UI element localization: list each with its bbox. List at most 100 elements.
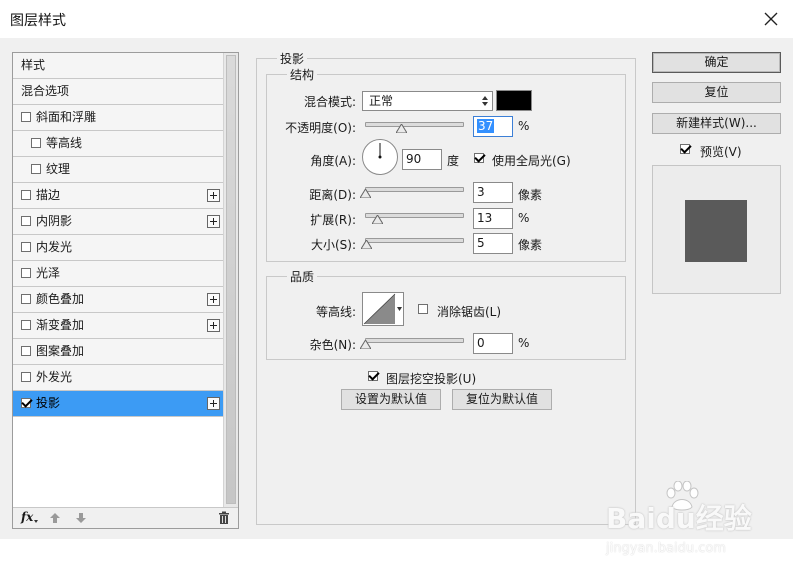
style-item-label: 混合选项: [21, 84, 70, 98]
angle-input[interactable]: 90: [402, 149, 442, 170]
watermark-url: jingyan.baidu.com: [606, 541, 726, 556]
scrollbar-thumb[interactable]: [226, 55, 236, 504]
opacity-slider-thumb[interactable]: [396, 124, 408, 133]
style-item-label: 内发光: [36, 240, 73, 254]
fx-button[interactable]: fx: [21, 510, 39, 524]
contour-curve-icon: [363, 293, 402, 325]
style-item-8[interactable]: 光泽: [13, 261, 224, 287]
knockout-label[interactable]: 图层挖空投影(U): [386, 370, 476, 387]
ok-button[interactable]: 确定: [652, 52, 781, 73]
style-list-footer: fx: [13, 507, 238, 528]
style-item-checkbox[interactable]: [21, 398, 31, 408]
blend-mode-select[interactable]: 正常: [362, 91, 493, 111]
style-item-checkbox[interactable]: [21, 346, 31, 356]
noise-label: 杂色(N):: [309, 338, 356, 352]
arrow-up-icon[interactable]: [49, 512, 61, 524]
preview-area: [652, 165, 781, 294]
noise-input[interactable]: 0: [473, 333, 513, 354]
watermark-brand: Baidu经验: [606, 502, 752, 535]
style-item-checkbox[interactable]: [21, 372, 31, 382]
contour-label: 等高线:: [315, 305, 356, 319]
style-item-checkbox[interactable]: [21, 216, 31, 226]
size-unit: 像素: [518, 238, 543, 252]
style-item-label: 投影: [36, 396, 61, 410]
style-item-checkbox[interactable]: [21, 112, 31, 122]
distance-label: 距离(D):: [309, 188, 356, 202]
style-item-1[interactable]: 混合选项: [13, 79, 224, 105]
style-item-checkbox[interactable]: [21, 190, 31, 200]
reset-button[interactable]: 复位: [652, 82, 781, 103]
size-label: 大小(S):: [310, 238, 356, 252]
style-item-checkbox[interactable]: [21, 294, 31, 304]
window-title: 图层样式: [10, 13, 66, 29]
style-item-6[interactable]: 内阴影: [13, 209, 224, 235]
angle-unit: 度: [447, 154, 460, 168]
anti-alias-label[interactable]: 消除锯齿(L): [437, 303, 501, 320]
preview-checkbox[interactable]: [680, 144, 690, 154]
add-effect-button[interactable]: [207, 319, 220, 332]
style-item-4[interactable]: 纹理: [13, 157, 224, 183]
shadow-color-swatch[interactable]: [496, 90, 532, 111]
size-input[interactable]: 5: [473, 233, 513, 254]
spread-input[interactable]: 13: [473, 208, 513, 229]
style-item-label: 颜色叠加: [36, 292, 85, 306]
make-default-button[interactable]: 设置为默认值: [341, 389, 441, 410]
style-item-5[interactable]: 描边: [13, 183, 224, 209]
distance-slider-thumb[interactable]: [360, 189, 372, 198]
knockout-checkbox[interactable]: [368, 371, 378, 381]
opacity-label: 不透明度(O):: [285, 121, 356, 135]
noise-slider-thumb[interactable]: [359, 340, 371, 349]
style-list-scrollbar[interactable]: [223, 53, 238, 508]
distance-slider[interactable]: [365, 187, 464, 192]
blend-mode-value: 正常: [369, 94, 394, 108]
style-item-11[interactable]: 图案叠加: [13, 339, 224, 365]
style-item-0[interactable]: 样式: [13, 53, 224, 79]
style-item-label: 描边: [36, 188, 61, 202]
add-effect-button[interactable]: [207, 397, 220, 410]
opacity-input[interactable]: 37: [473, 116, 513, 137]
style-item-label: 内阴影: [36, 214, 73, 228]
reset-default-button[interactable]: 复位为默认值: [452, 389, 552, 410]
global-light-checkbox[interactable]: [474, 153, 484, 163]
size-slider[interactable]: [365, 238, 464, 243]
global-light-label[interactable]: 使用全局光(G): [492, 152, 571, 169]
style-item-label: 渐变叠加: [36, 318, 85, 332]
style-item-checkbox[interactable]: [31, 138, 41, 148]
style-item-checkbox[interactable]: [21, 268, 31, 278]
close-icon: [764, 12, 778, 26]
style-item-label: 光泽: [36, 266, 61, 280]
style-item-13[interactable]: 投影: [13, 391, 224, 417]
anti-alias-checkbox[interactable]: [418, 304, 428, 314]
add-effect-button[interactable]: [207, 293, 220, 306]
style-item-9[interactable]: 颜色叠加: [13, 287, 224, 313]
spread-slider-thumb[interactable]: [372, 215, 384, 224]
opacity-slider[interactable]: [365, 122, 464, 127]
distance-input[interactable]: 3: [473, 182, 513, 203]
dialog-body: 样式混合选项斜面和浮雕 等高线 纹理描边内阴影内发光光泽颜色叠加渐变叠加图案叠加外发…: [0, 38, 793, 556]
add-effect-button[interactable]: [207, 215, 220, 228]
noise-unit: %: [518, 336, 530, 350]
style-item-label: 外发光: [36, 370, 73, 384]
close-button[interactable]: [757, 5, 785, 33]
style-item-label: 样式: [21, 58, 46, 72]
arrow-down-icon[interactable]: [75, 512, 87, 524]
angle-dial[interactable]: [362, 139, 398, 175]
new-style-button[interactable]: 新建样式(W)...: [652, 113, 781, 134]
noise-slider[interactable]: [365, 338, 464, 343]
contour-picker[interactable]: [362, 292, 404, 326]
size-slider-thumb[interactable]: [361, 240, 373, 249]
style-item-10[interactable]: 渐变叠加: [13, 313, 224, 339]
style-item-checkbox[interactable]: [21, 320, 31, 330]
opacity-unit: %: [518, 119, 530, 133]
style-item-2[interactable]: 斜面和浮雕: [13, 105, 224, 131]
title-bar: 图层样式: [0, 0, 793, 38]
trash-icon[interactable]: [218, 511, 230, 525]
style-item-7[interactable]: 内发光: [13, 235, 224, 261]
style-item-checkbox[interactable]: [31, 164, 41, 174]
style-item-12[interactable]: 外发光: [13, 365, 224, 391]
distance-unit: 像素: [518, 188, 543, 202]
add-effect-button[interactable]: [207, 189, 220, 202]
style-item-checkbox[interactable]: [21, 242, 31, 252]
style-item-3[interactable]: 等高线: [13, 131, 224, 157]
preview-label[interactable]: 预览(V): [700, 143, 742, 160]
